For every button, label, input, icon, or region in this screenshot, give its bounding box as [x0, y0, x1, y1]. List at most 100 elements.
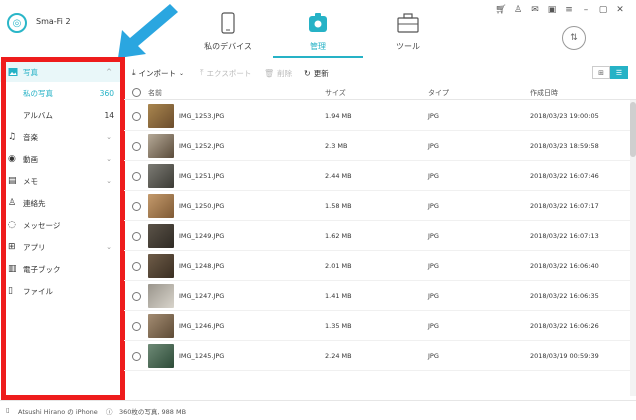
cell-name: IMG_1253.JPG	[179, 112, 225, 120]
sidebar-item-label: ファイル	[23, 286, 53, 296]
sidebar-item-count: 14	[104, 110, 114, 120]
mail-icon[interactable]: ✉	[529, 5, 541, 15]
trash-icon: 🗑︎	[264, 68, 275, 78]
tab-manage-label: 管理	[310, 42, 326, 51]
grid-view-icon[interactable]: ⊞	[592, 66, 610, 79]
menu-icon[interactable]: ≡	[563, 5, 575, 15]
import-button[interactable]: ⤓ インポート ⌄	[132, 66, 184, 80]
close-icon[interactable]: ✕	[614, 5, 626, 15]
tab-manage[interactable]: 管理	[273, 0, 363, 58]
sidebar-item-albums[interactable]: アルバム 14	[0, 105, 124, 125]
row-select-radio[interactable]	[132, 262, 141, 271]
user-icon[interactable]: ♙	[512, 5, 524, 15]
cell-date: 2018/03/22 16:06:35	[530, 292, 599, 300]
sidebar-item-label: メッセージ	[23, 220, 61, 230]
table-header: 名前 サイズ タイプ 作成日時	[124, 84, 636, 100]
window-controls: 🛒︎ ♙ ✉ ▣ ≡ – ▢ ✕	[495, 5, 626, 15]
sidebar-item-label: 連絡先	[23, 198, 46, 208]
chevron-down-icon: ⌄	[106, 133, 112, 141]
table-row[interactable]: IMG_1249.JPG 1.62 MB JPG 2018/03/22 16:07:1…	[124, 221, 630, 251]
tab-tools[interactable]: ツール	[363, 0, 453, 58]
sidebar-item-messages[interactable]: ◌ メッセージ	[0, 215, 124, 235]
cell-type: JPG	[428, 322, 439, 330]
table-row[interactable]: IMG_1248.JPG 2.01 MB JPG 2018/03/22 16:06:4…	[124, 251, 630, 281]
cell-date: 2018/03/22 16:07:17	[530, 202, 599, 210]
view-toggle: ⊞ ☰	[592, 66, 628, 79]
table-row[interactable]: IMG_1245.JPG 2.24 MB JPG 2018/03/19 00:59:3…	[124, 341, 630, 371]
table-row[interactable]: IMG_1252.JPG 2.3 MB JPG 2018/03/23 18:59:58	[124, 131, 630, 161]
transfer-arrows-icon: ⇅	[570, 33, 578, 43]
cell-name: IMG_1249.JPG	[179, 232, 225, 240]
delete-label: 削除	[277, 68, 293, 78]
sidebar-item-photos[interactable]: 写真 ^	[0, 62, 124, 82]
maximize-icon[interactable]: ▢	[597, 5, 609, 15]
phone-icon	[221, 12, 235, 34]
gift-icon[interactable]: ▣	[546, 5, 558, 15]
delete-button[interactable]: 🗑︎ 削除	[264, 66, 292, 80]
sidebar-item-music[interactable]: ♫ 音楽 ⌄	[0, 127, 124, 147]
info-icon: ⓘ	[106, 408, 113, 416]
annotation-arrow-icon	[118, 4, 178, 58]
sidebar-item-apps[interactable]: ⊞ アプリ ⌄	[0, 237, 124, 257]
sidebar-item-ebooks[interactable]: ▥ 電子ブック	[0, 259, 124, 279]
cell-type: JPG	[428, 292, 439, 300]
sidebar-item-label: 電子ブック	[23, 264, 61, 274]
row-select-radio[interactable]	[132, 112, 141, 121]
table-row[interactable]: IMG_1253.JPG 1.94 MB JPG 2018/03/23 19:00:0…	[124, 101, 630, 131]
row-select-radio[interactable]	[132, 352, 141, 361]
sidebar-item-count: 360	[99, 88, 114, 98]
table-row[interactable]: IMG_1247.JPG 1.41 MB JPG 2018/03/22 16:06:3…	[124, 281, 630, 311]
sidebar-item-contacts[interactable]: ♙ 連絡先	[0, 193, 124, 213]
import-icon: ⤓	[132, 68, 136, 77]
table-row[interactable]: IMG_1251.JPG 2.44 MB JPG 2018/03/22 16:07:4…	[124, 161, 630, 191]
cell-name: IMG_1245.JPG	[179, 352, 225, 360]
device-name: Atsushi Hirano の iPhone	[18, 408, 98, 416]
refresh-button[interactable]: ↻ 更新	[304, 66, 329, 80]
tab-my-devices[interactable]: 私のデバイス	[183, 0, 273, 58]
message-bubble-icon: ◌	[8, 220, 16, 230]
refresh-icon: ↻	[304, 68, 311, 78]
sidebar: 写真 ^ 私の写真 360 アルバム 14 ♫ 音楽 ⌄ ◉ 動画 ⌄ ▤ メモ…	[0, 62, 124, 400]
scrollbar-thumb[interactable]	[630, 102, 636, 157]
cell-date: 2018/03/19 00:59:39	[530, 352, 599, 360]
column-header-date[interactable]: 作成日時	[530, 88, 558, 98]
manage-icon	[309, 13, 327, 32]
photo-thumbnail	[148, 254, 174, 278]
sidebar-item-notes[interactable]: ▤ メモ ⌄	[0, 171, 124, 191]
cell-name: IMG_1250.JPG	[179, 202, 225, 210]
row-select-radio[interactable]	[132, 232, 141, 241]
export-label: エクスポート	[206, 68, 252, 78]
cell-date: 2018/03/22 16:06:26	[530, 322, 599, 330]
sidebar-item-label: メモ	[23, 176, 38, 186]
column-header-size[interactable]: サイズ	[325, 88, 346, 98]
column-header-type[interactable]: タイプ	[428, 88, 449, 98]
cart-icon[interactable]: 🛒︎	[495, 5, 507, 15]
chevron-down-icon: ⌄	[106, 243, 112, 251]
sidebar-item-files[interactable]: ▯ ファイル	[0, 281, 124, 301]
row-select-radio[interactable]	[132, 322, 141, 331]
row-select-radio[interactable]	[132, 142, 141, 151]
minimize-icon[interactable]: –	[580, 5, 592, 15]
export-button[interactable]: ⤒ エクスポート	[200, 66, 251, 80]
cell-size: 1.94 MB	[325, 112, 352, 120]
sidebar-item-label: 私の写真	[23, 88, 53, 98]
cell-size: 2.3 MB	[325, 142, 348, 150]
select-all-radio[interactable]	[132, 88, 141, 97]
contact-icon: ♙	[8, 198, 17, 208]
table-row[interactable]: IMG_1250.JPG 1.58 MB JPG 2018/03/22 16:07:1…	[124, 191, 630, 221]
cell-size: 1.62 MB	[325, 232, 352, 240]
sidebar-item-my-photos[interactable]: 私の写真 360	[0, 83, 124, 103]
book-icon: ▥	[8, 264, 17, 274]
import-label: インポート	[138, 68, 177, 78]
column-header-name[interactable]: 名前	[148, 88, 162, 98]
transfer-button[interactable]: ⇅	[562, 26, 586, 50]
list-view-icon[interactable]: ☰	[610, 66, 628, 79]
cell-date: 2018/03/22 16:07:46	[530, 172, 599, 180]
sidebar-item-videos[interactable]: ◉ 動画 ⌄	[0, 149, 124, 169]
row-select-radio[interactable]	[132, 292, 141, 301]
table-row[interactable]: IMG_1246.JPG 1.35 MB JPG 2018/03/22 16:06:2…	[124, 311, 630, 341]
row-select-radio[interactable]	[132, 202, 141, 211]
row-select-radio[interactable]	[132, 172, 141, 181]
cell-type: JPG	[428, 232, 439, 240]
status-summary: 360枚の写真, 988 MB	[119, 408, 187, 416]
